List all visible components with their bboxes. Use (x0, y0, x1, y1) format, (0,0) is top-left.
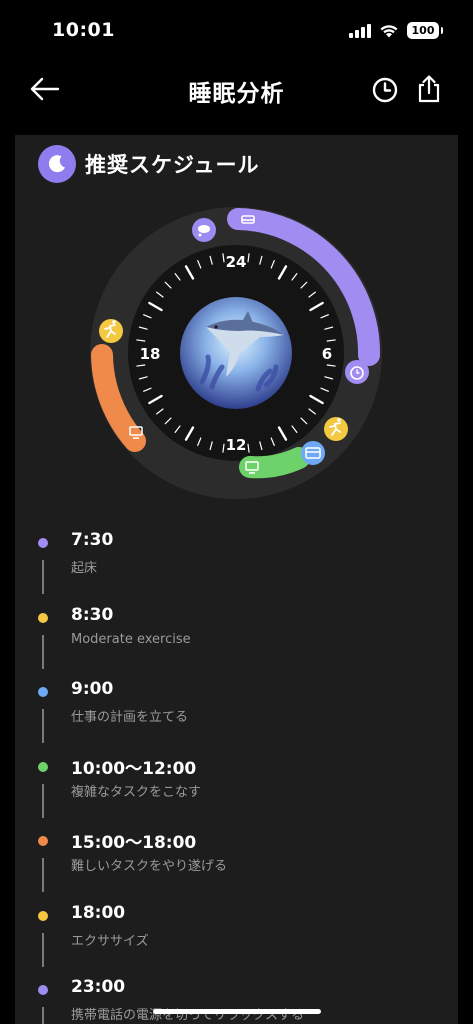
planning-icon (301, 441, 325, 465)
timeline-dot (38, 687, 48, 697)
timeline-connector (42, 932, 44, 967)
timeline-description: 難しいタスクをやり遂げる (71, 859, 228, 874)
timeline-item: 10:00～12:00 複雑なタスクをこなす (15, 754, 458, 829)
thought-bubble-icon (192, 218, 216, 242)
timeline-dot (38, 985, 48, 995)
moon-icon (38, 145, 76, 183)
timeline-dot (38, 612, 48, 623)
dial-label-6: 6 (322, 345, 332, 363)
timeline-item: 7:30 起床 (15, 530, 458, 605)
timeline-item: 15:00～18:00 難しいタスクをやり遂げる (15, 828, 458, 903)
schedule-card: 推奨スケジュール 24 6 12 18 7:30 起床 8:30 Moderat… (15, 135, 458, 1024)
running-icon (99, 319, 123, 343)
timeline-time: 23:00 (71, 977, 126, 997)
timeline-time: 10:00～12:00 (71, 758, 197, 779)
clock-icon[interactable] (371, 76, 399, 104)
timeline-description: 仕事の計画を立てる (71, 710, 189, 725)
running-icon (324, 417, 348, 441)
nav-bar: 睡眠分析 (0, 62, 473, 118)
timeline-item: 18:00 エクササイズ (15, 903, 458, 978)
status-time: 10:01 (52, 19, 115, 41)
page-title: 睡眠分析 (188, 81, 285, 107)
home-indicator[interactable] (153, 1009, 321, 1014)
timeline-connector (42, 709, 44, 743)
wifi-icon (380, 25, 398, 38)
cellular-signal-icon (349, 23, 371, 38)
timeline-description: 起床 (71, 561, 98, 576)
timeline-time: 7:30 (71, 530, 114, 550)
schedule-timeline: 7:30 起床 8:30 Moderate exercise 9:00 仕事の計… (15, 530, 458, 1024)
timeline-item: 8:30 Moderate exercise (15, 605, 458, 680)
timeline-dot (38, 910, 48, 921)
status-bar: 10:01 100 (0, 0, 473, 62)
timeline-connector (42, 858, 44, 892)
shark-illustration (180, 297, 292, 409)
dial-label-18: 18 (140, 345, 161, 363)
timeline-item: 9:00 仕事の計画を立てる (15, 679, 458, 754)
timeline-dot (38, 761, 48, 772)
dial-label-24: 24 (226, 253, 247, 271)
timeline-connector (42, 560, 44, 594)
timeline-connector (42, 1007, 44, 1024)
share-icon[interactable] (415, 74, 443, 104)
status-icons: 100 (349, 22, 443, 39)
schedule-dial: 24 6 12 18 (90, 207, 382, 499)
timeline-time: 18:00 (71, 902, 126, 923)
timeline-time: 9:00 (71, 679, 114, 699)
card-title: 推奨スケジュール (85, 153, 260, 177)
timeline-item: 23:00 携帯電話の電源を切ってリラックスする (15, 977, 458, 1024)
timeline-time: 8:30 (71, 604, 114, 625)
timeline-description: Moderate exercise (71, 631, 191, 647)
timeline-time: 15:00～18:00 (71, 833, 197, 853)
dial-label-12: 12 (226, 436, 247, 454)
timeline-description: 複雑なタスクをこなす (71, 784, 202, 800)
timeline-dot (38, 538, 48, 548)
alarm-icon (345, 360, 369, 384)
battery-indicator: 100 (407, 22, 443, 39)
timeline-connector (42, 634, 44, 669)
timeline-description: エクササイズ (71, 933, 149, 949)
timeline-connector (42, 783, 44, 818)
card-header: 推奨スケジュール (38, 145, 260, 183)
timeline-dot (38, 836, 48, 846)
